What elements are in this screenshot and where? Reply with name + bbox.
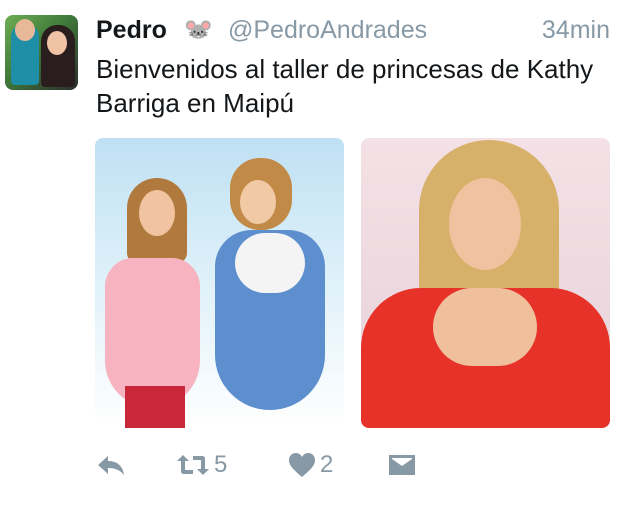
tweet-photo-1[interactable] [95,138,344,428]
photo-shape [240,180,276,224]
retweet-icon [176,453,210,477]
timestamp[interactable]: 34min [542,16,610,45]
display-name[interactable]: Pedro [96,16,167,45]
direct-message-button[interactable] [388,448,416,482]
retweet-button[interactable]: 5 [176,448,227,482]
avatar[interactable] [5,15,78,90]
reply-icon [96,452,126,478]
photo-shape [433,288,537,366]
retweet-count: 5 [214,451,228,478]
tweet-photo-2[interactable] [361,138,610,428]
like-count: 2 [320,451,334,478]
photo-shape [139,190,175,236]
mouse-emoji-icon: 🐭 [184,16,213,42]
photo-shape [235,233,305,293]
avatar-face-2 [47,31,67,55]
user-handle[interactable]: @PedroAndrades [228,16,427,45]
photo-shape [449,178,521,270]
direct-message-icon [388,454,416,476]
tweet-text: Bienvenidos al taller de princesas de Ka… [96,54,594,118]
heart-icon [288,452,316,478]
avatar-face-1 [15,19,35,41]
like-button[interactable]: 2 [288,448,333,482]
tweet-actions: 5 2 [96,448,456,482]
photo-shape [125,386,185,428]
reply-button[interactable] [96,448,126,482]
tweet-header: Pedro 🐭 @PedroAndrades 34min [96,16,610,46]
